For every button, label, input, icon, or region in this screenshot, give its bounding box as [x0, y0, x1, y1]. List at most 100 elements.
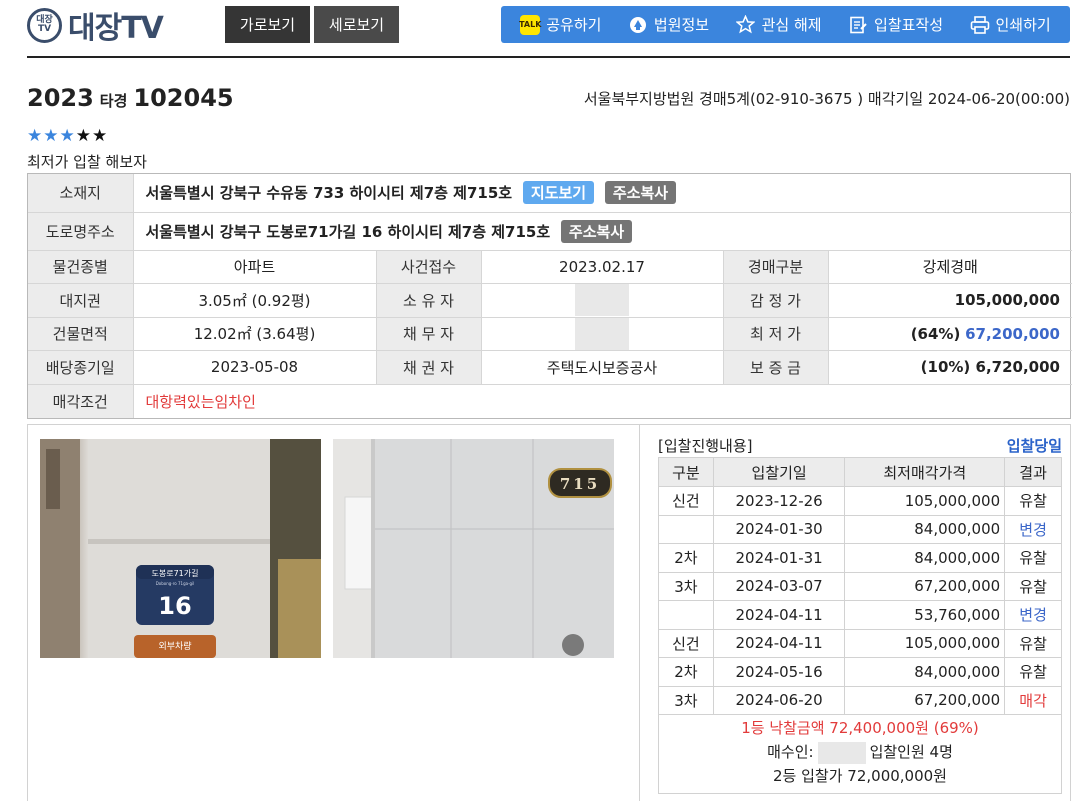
creditor-label: 채 권 자	[376, 350, 482, 385]
result-cell: 매각	[1004, 685, 1062, 715]
date-cell: 2023-12-26	[712, 486, 846, 516]
bidding-history-table: 구분 입찰기일 최저매각가격 결과 신건 2023-12-26 105,000,…	[658, 457, 1062, 715]
sale-condition-value: 대항력있는임차인	[145, 392, 256, 411]
share-label: 공유하기	[546, 16, 602, 34]
property-photo-building-sign[interactable]: 도봉로71가길 Dobong-ro 71ga-gil 16 외부차량	[40, 439, 321, 658]
second-bid-text: 2등 입찰가 72,000,000원	[773, 767, 947, 785]
owner-label: 소 유 자	[376, 283, 482, 318]
debtor-value	[481, 317, 724, 351]
property-photo-door[interactable]: 715	[333, 439, 614, 658]
column-date: 입찰기일	[712, 457, 846, 487]
masked-debtor	[575, 317, 629, 350]
price-cell: 84,000,000	[844, 543, 1006, 573]
minimum-price-label: 최 저 가	[723, 317, 829, 351]
sign-number-text: 16	[158, 592, 191, 620]
result-cell: 유찰	[1004, 543, 1062, 573]
case-received-value: 2023.02.17	[481, 250, 724, 284]
deposit-label: 보 증 금	[723, 350, 829, 385]
vertical-view-button[interactable]: 세로보기	[314, 6, 399, 43]
round-cell: 3차	[658, 685, 714, 715]
case-type: 타경	[99, 92, 128, 110]
info-row: 건물면적 12.02㎡ (3.64평) 채 무 자 최 저 가 (64%) 67…	[28, 317, 1072, 351]
panel-divider	[639, 425, 640, 801]
map-view-button[interactable]: 지도보기	[522, 181, 595, 205]
result-cell: 유찰	[1004, 628, 1062, 658]
form-icon	[848, 15, 868, 35]
case-number: 2023 타경 102045	[27, 84, 234, 112]
header: 대장 TV 대장TV 가로보기 세로보기 TALK 공유하기 법원정보 관심 해제…	[0, 0, 1084, 60]
star-filled-icon[interactable]: ★	[43, 126, 59, 146]
date-cell: 2024-03-07	[712, 571, 846, 601]
copy-road-address-button[interactable]: 주소복사	[560, 219, 633, 243]
creditor-value: 주택도시보증공사	[481, 350, 724, 385]
info-row: 매각조건 대항력있는임차인	[28, 384, 1072, 418]
land-right-label: 대지권	[28, 283, 134, 318]
star-filled-icon[interactable]: ★	[27, 126, 43, 146]
court-icon	[628, 15, 648, 35]
info-row: 대지권 3.05㎡ (0.92평) 소 유 자 감 정 가 105,000,00…	[28, 283, 1072, 318]
sign-road-text: 도봉로71가길	[152, 569, 199, 578]
property-info-table: 소재지 서울특별시 강북구 수유동 733 하이시티 제7층 제715호 지도보…	[27, 173, 1072, 419]
court-info-button[interactable]: 법원정보	[628, 14, 709, 35]
owner-value	[481, 283, 724, 318]
sale-condition-label: 매각조건	[28, 384, 134, 418]
bidding-status[interactable]: 입찰당일	[1007, 435, 1062, 456]
sign-extra-text: 외부차량	[158, 640, 191, 652]
bid-form-button[interactable]: 입찰표작성	[848, 14, 943, 35]
site-logo[interactable]: 대장 TV 대장TV	[27, 6, 164, 46]
print-button[interactable]: 인쇄하기	[970, 14, 1051, 35]
price-cell: 105,000,000	[844, 486, 1006, 516]
date-cell: 2024-05-16	[712, 657, 846, 687]
table-row: 신건 2024-04-11 105,000,000 유찰	[658, 628, 1062, 658]
price-cell: 67,200,000	[844, 571, 1006, 601]
action-toolbar: TALK 공유하기 법원정보 관심 해제 입찰표작성 인쇄하기	[501, 6, 1070, 43]
price-cell: 105,000,000	[844, 628, 1006, 658]
sign-road-en-text: Dobong-ro 71ga-gil	[156, 581, 195, 586]
price-cell: 53,760,000	[844, 600, 1006, 630]
table-row: 2차 2024-01-31 84,000,000 유찰	[658, 543, 1062, 573]
result-cell: 변경	[1004, 514, 1062, 544]
user-memo: 최저가 입찰 해보자	[27, 153, 147, 171]
debtor-label: 채 무 자	[376, 317, 482, 351]
appraisal-value: 105,000,000	[828, 283, 1072, 318]
court-info: 서울북부지방법원 경매5계(02-910-3675 ) 매각기일 2024-06…	[583, 90, 1070, 108]
star-icon	[736, 15, 756, 35]
round-cell: 2차	[658, 657, 714, 687]
round-cell: 3차	[658, 571, 714, 601]
star-empty-icon[interactable]: ★	[92, 126, 108, 146]
unfavorite-button[interactable]: 관심 해제	[736, 14, 822, 35]
bidding-title: [입찰진행내용]	[658, 437, 753, 455]
unfavorite-label: 관심 해제	[761, 16, 822, 34]
copy-address-button[interactable]: 주소복사	[604, 181, 677, 205]
round-cell: 신건	[658, 628, 714, 658]
address-label: 소재지	[28, 174, 134, 213]
price-cell: 84,000,000	[844, 657, 1006, 687]
date-cell: 2024-01-31	[712, 543, 846, 573]
round-cell	[658, 514, 714, 544]
result-cell: 유찰	[1004, 657, 1062, 687]
round-cell: 신건	[658, 486, 714, 516]
star-empty-icon[interactable]: ★	[76, 126, 92, 146]
price-cell: 84,000,000	[844, 514, 1006, 544]
horizontal-view-button[interactable]: 가로보기	[225, 6, 310, 43]
print-label: 인쇄하기	[995, 16, 1051, 34]
star-filled-icon[interactable]: ★	[60, 126, 76, 146]
deposit-percent: (10%)	[920, 358, 971, 377]
rating-stars[interactable]: ★★★★★	[27, 126, 108, 146]
minimum-price-value: 67,200,000	[965, 324, 1060, 343]
info-row: 배당종기일 2023-05-08 채 권 자 주택도시보증공사 보 증 금 (1…	[28, 350, 1072, 385]
address-text: 서울특별시 강북구 수유동 733 하이시티 제7층 제715호	[145, 184, 513, 203]
header-divider	[27, 56, 1070, 58]
road-address-label: 도로명주소	[28, 212, 134, 251]
column-min-price: 최저매각가격	[844, 457, 1006, 487]
appraisal-label: 감 정 가	[723, 283, 829, 318]
logo-badge-icon: 대장 TV	[27, 7, 62, 43]
bidding-result-summary: 1등 낙찰금액 72,400,000원 (69%) 매수인: 입찰인원 4명 2등…	[658, 714, 1062, 794]
case-received-label: 사건접수	[376, 250, 482, 284]
round-cell: 2차	[658, 543, 714, 573]
minimum-price-percent: (64%)	[910, 324, 961, 343]
share-button[interactable]: TALK 공유하기	[519, 14, 602, 35]
table-row: 3차 2024-06-20 67,200,000 매각	[658, 685, 1062, 715]
column-result: 결과	[1004, 457, 1062, 487]
road-address-text: 서울특별시 강북구 도봉로71가길 16 하이시티 제7층 제715호	[145, 222, 551, 241]
